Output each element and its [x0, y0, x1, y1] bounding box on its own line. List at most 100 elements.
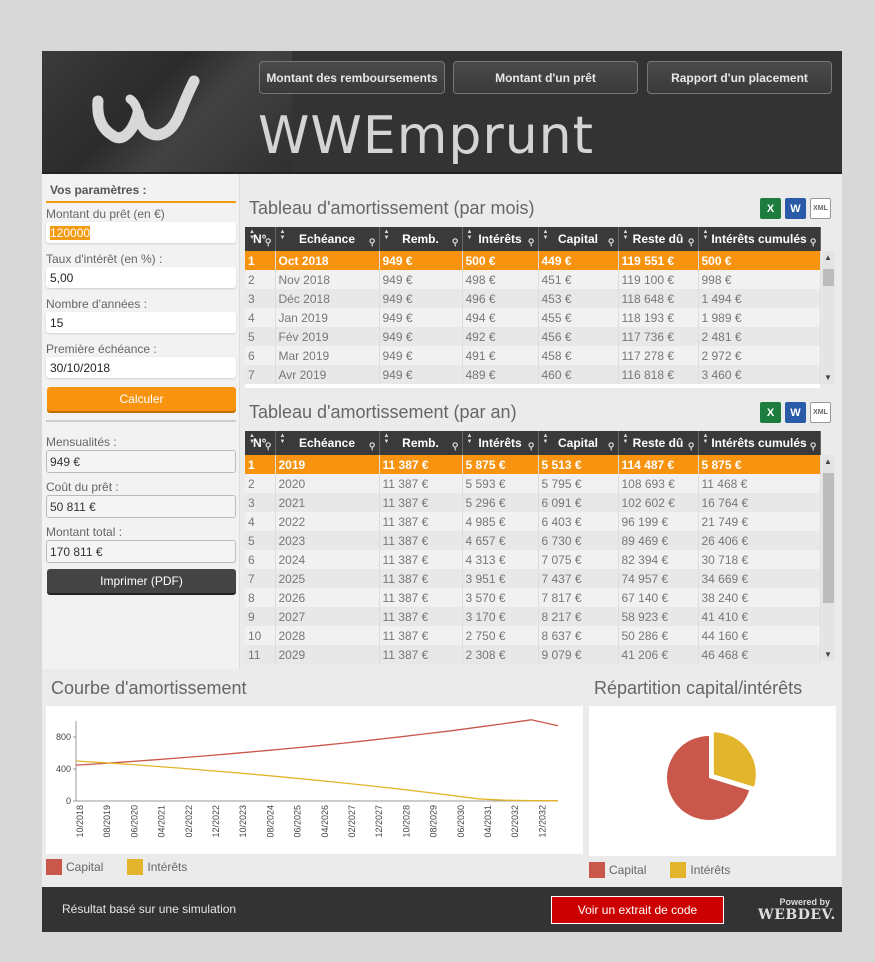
yearly-scrollbar[interactable]: ▲ ▼ — [822, 455, 835, 661]
pie-slice-interets — [713, 732, 756, 787]
column-header[interactable]: ▲▼ Echéance ⚲ — [275, 227, 380, 251]
column-header[interactable]: ▲▼ Capital ⚲ — [538, 431, 619, 455]
years-input[interactable]: 15 — [46, 312, 236, 333]
word-icon[interactable]: W — [785, 402, 806, 423]
table-row[interactable]: 8 2026 11 387 €3 570 €7 817 €67 140 €38 24… — [245, 588, 821, 607]
table-row[interactable]: 9 2027 11 387 €3 170 €8 217 €58 923 €41 41… — [245, 607, 821, 626]
yearly-table[interactable]: ▲▼ N° ⚲ ▲▼ Echéance ⚲ ▲▼ Remb. ⚲ ▲▼ Intérêts ⚲ ▲▼ Cap… — [245, 431, 821, 664]
sort-icon[interactable]: ▲▼ — [542, 229, 549, 241]
excel-icon[interactable]: X — [760, 198, 781, 219]
table-row[interactable]: 10 2028 11 387 €2 750 €8 637 €50 286 €44 1… — [245, 626, 821, 645]
search-icon[interactable]: ⚲ — [688, 441, 695, 452]
excel-icon[interactable]: X — [760, 402, 781, 423]
sort-icon[interactable]: ▲▼ — [702, 433, 709, 445]
x-tick-label: 12/2027 — [374, 805, 384, 838]
column-header[interactable]: ▲▼ Intérêts ⚲ — [462, 431, 539, 455]
table-row[interactable]: 3 2021 11 387 €5 296 €6 091 €102 602 €16 7… — [245, 493, 821, 512]
column-header[interactable]: ▲▼ Echéance ⚲ — [275, 431, 380, 455]
first-due-input[interactable]: 30/10/2018 — [46, 357, 236, 378]
table-cell: 11 387 € — [379, 569, 463, 588]
monthly-table[interactable]: ▲▼ N° ⚲ ▲▼ Echéance ⚲ ▲▼ Remb. ⚲ ▲▼ Intérêts ⚲ ▲▼ Cap… — [245, 227, 821, 388]
curve-chart-panel: 800 400 0 10/2018 08/2019 06/2020 04/2021 02/20… — [46, 706, 583, 854]
investment-yield-button[interactable]: Rapport d'un placement — [647, 61, 832, 94]
table-row[interactable]: 7 Avr 2019 949 €489 €460 €116 818 €3 460 € — [245, 365, 821, 384]
column-header[interactable]: ▲▼ N° ⚲ — [245, 227, 276, 251]
scroll-up-icon[interactable]: ▲ — [824, 457, 832, 466]
column-header[interactable]: ▲▼ Capital ⚲ — [538, 227, 619, 251]
table-cell: 3 170 € — [462, 607, 539, 626]
sort-icon[interactable]: ▲▼ — [279, 433, 286, 445]
calculate-button[interactable]: Calculer — [47, 387, 236, 411]
scroll-thumb[interactable] — [823, 269, 834, 286]
column-header[interactable]: ▲▼ Intérêts cumulés ⚲ — [698, 227, 821, 251]
table-row[interactable]: 4 2022 11 387 €4 985 €6 403 €96 199 €21 74… — [245, 512, 821, 531]
x-tick-label: 10/2028 — [401, 805, 411, 838]
monthly-scrollbar[interactable]: ▲ ▼ — [822, 251, 835, 384]
table-row[interactable]: 2 2020 11 387 €5 593 €5 795 €108 693 €11 4… — [245, 474, 821, 493]
column-header[interactable]: ▲▼ N° ⚲ — [245, 431, 276, 455]
x-tick-label: 10/2023 — [238, 805, 248, 838]
scroll-down-icon[interactable]: ▼ — [824, 650, 832, 659]
table-cell: 2 750 € — [462, 626, 539, 645]
sort-icon[interactable]: ▲▼ — [542, 433, 549, 445]
sort-icon[interactable]: ▲▼ — [622, 433, 629, 445]
scroll-up-icon[interactable]: ▲ — [824, 253, 832, 262]
column-header[interactable]: ▲▼ Remb. ⚲ — [379, 227, 463, 251]
xml-icon[interactable]: XML — [810, 198, 831, 219]
table-cell: 5 593 € — [462, 474, 539, 493]
sort-icon[interactable]: ▲▼ — [248, 229, 255, 241]
sort-icon[interactable]: ▲▼ — [279, 229, 286, 241]
column-header[interactable]: ▲▼ Intérêts ⚲ — [462, 227, 539, 251]
powered-by-webdev-logo[interactable]: Powered by WEBDEV. — [758, 897, 835, 923]
search-icon[interactable]: ⚲ — [810, 237, 817, 248]
sort-icon[interactable]: ▲▼ — [383, 229, 390, 241]
ww-logo-icon — [92, 75, 200, 144]
table-row[interactable]: 5 2023 11 387 €4 657 €6 730 €89 469 €26 40… — [245, 531, 821, 550]
table-row[interactable]: 6 2024 11 387 €4 313 €7 075 €82 394 €30 71… — [245, 550, 821, 569]
rate-input[interactable]: 5,00 — [46, 267, 236, 288]
search-icon[interactable]: ⚲ — [265, 441, 272, 452]
table-row[interactable]: 5 Fév 2019 949 €492 €456 €117 736 €2 481 € — [245, 327, 821, 346]
sort-icon[interactable]: ▲▼ — [466, 433, 473, 445]
search-icon[interactable]: ⚲ — [265, 237, 272, 248]
sort-icon[interactable]: ▲▼ — [248, 433, 255, 445]
column-header[interactable]: ▲▼ Reste dû ⚲ — [618, 227, 699, 251]
search-icon[interactable]: ⚲ — [452, 441, 459, 452]
search-icon[interactable]: ⚲ — [810, 441, 817, 452]
print-pdf-button[interactable]: Imprimer (PDF) — [47, 569, 236, 593]
sort-icon[interactable]: ▲▼ — [466, 229, 473, 241]
scroll-thumb[interactable] — [823, 473, 834, 603]
sort-icon[interactable]: ▲▼ — [702, 229, 709, 241]
column-header[interactable]: ▲▼ Intérêts cumulés ⚲ — [698, 431, 821, 455]
table-cell: 6 730 € — [538, 531, 619, 550]
search-icon[interactable]: ⚲ — [528, 237, 535, 248]
xml-icon[interactable]: XML — [810, 402, 831, 423]
table-row[interactable]: 7 2025 11 387 €3 951 €7 437 €74 957 €34 66… — [245, 569, 821, 588]
sort-icon[interactable]: ▲▼ — [383, 433, 390, 445]
search-icon[interactable]: ⚲ — [528, 441, 535, 452]
loan-amount-input[interactable]: 120000 — [46, 222, 236, 243]
table-row[interactable]: 11 2029 11 387 €2 308 €9 079 €41 206 €46 4… — [245, 645, 821, 664]
table-row[interactable]: 1 Oct 2018 949 €500 €449 €119 551 €500 € — [245, 251, 821, 270]
table-row[interactable]: 4 Jan 2019 949 €494 €455 €118 193 €1 989 € — [245, 308, 821, 327]
column-header[interactable]: ▲▼ Reste dû ⚲ — [618, 431, 699, 455]
search-icon[interactable]: ⚲ — [369, 441, 376, 452]
repayment-amount-button[interactable]: Montant des remboursements — [259, 61, 445, 94]
table-row[interactable]: 1 2019 11 387 €5 875 €5 513 €114 487 €5 87… — [245, 455, 821, 474]
loan-amount-button[interactable]: Montant d'un prêt — [453, 61, 638, 94]
table-row[interactable]: 2 Nov 2018 949 €498 €451 €119 100 €998 € — [245, 270, 821, 289]
sort-icon[interactable]: ▲▼ — [622, 229, 629, 241]
scroll-down-icon[interactable]: ▼ — [824, 373, 832, 382]
table-row[interactable]: 6 Mar 2019 949 €491 €458 €117 278 €2 972 € — [245, 346, 821, 365]
search-icon[interactable]: ⚲ — [688, 237, 695, 248]
word-icon[interactable]: W — [785, 198, 806, 219]
table-cell: 117 736 € — [618, 327, 699, 346]
column-header[interactable]: ▲▼ Remb. ⚲ — [379, 431, 463, 455]
x-tick-label: 12/2022 — [211, 805, 221, 838]
search-icon[interactable]: ⚲ — [369, 237, 376, 248]
search-icon[interactable]: ⚲ — [608, 441, 615, 452]
view-code-button[interactable]: Voir un extrait de code — [551, 896, 724, 924]
search-icon[interactable]: ⚲ — [608, 237, 615, 248]
table-row[interactable]: 3 Déc 2018 949 €496 €453 €118 648 €1 494 € — [245, 289, 821, 308]
search-icon[interactable]: ⚲ — [452, 237, 459, 248]
